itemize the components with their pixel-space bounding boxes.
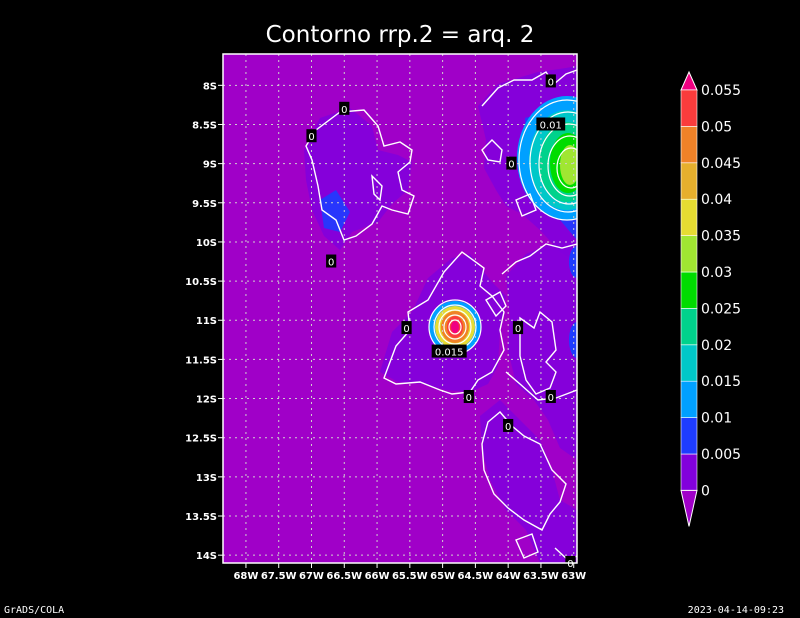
contour-label: 0.01 <box>540 120 562 131</box>
x-axis: 68W 67.5W 67W 66.5W 66W 65.5W 65W 64.5W 64W 63.5W… <box>233 563 586 582</box>
colorbar: 0 0.005 0.01 0.015 0.02 0.025 0.03 0.035 0.04 0.0… <box>680 70 741 527</box>
colorbar-segment <box>680 126 698 164</box>
colorbar-segment <box>680 198 698 236</box>
x-tick-label: 68W <box>233 571 258 582</box>
contour-label: 0 <box>548 393 554 404</box>
colorbar-top-triangle <box>680 70 698 91</box>
y-tick-label: 12.5S <box>185 434 217 445</box>
contour-label: 0 <box>328 258 334 269</box>
chart-title: Contorno rrp.2 = arq. 2 <box>266 22 535 48</box>
y-tick-label: 11.5S <box>185 355 217 366</box>
y-tick-label: 14S <box>196 551 217 562</box>
footer-credit: GrADS/COLA <box>4 605 65 616</box>
contour-chart: Contorno rrp.2 = arq. 2 0 0 0 0.01 0 0 0 0 0.015… <box>185 22 741 582</box>
colorbar-segment <box>680 344 698 382</box>
colorbar-label: 0.03 <box>701 265 732 281</box>
colorbar-label: 0.045 <box>701 156 741 172</box>
x-tick-label: 66W <box>365 571 390 582</box>
x-tick-label: 66.5W <box>326 571 362 582</box>
y-tick-label: 12S <box>196 395 217 406</box>
colorbar-segment <box>680 271 698 309</box>
colorbar-label: 0.04 <box>701 192 732 208</box>
colorbar-segment <box>680 89 698 127</box>
x-tick-label: 63.5W <box>523 571 559 582</box>
colorbar-segment <box>680 453 698 491</box>
field-hotspot <box>451 321 459 333</box>
y-tick-label: 8.5S <box>192 120 217 131</box>
colorbar-segment <box>680 308 698 346</box>
contour-label: 0 <box>308 132 314 143</box>
y-tick-label: 13.5S <box>185 512 217 523</box>
x-tick-label: 67.5W <box>261 571 297 582</box>
footer-timestamp: 2023-04-14-09:23 <box>687 605 784 616</box>
y-tick-label: 11S <box>196 316 217 327</box>
contour-label: 0.015 <box>435 348 464 359</box>
colorbar-segment <box>680 380 698 418</box>
y-tick-label: 9.5S <box>192 199 217 210</box>
colorbar-segment <box>680 162 698 200</box>
colorbar-label: 0.015 <box>701 374 741 390</box>
contour-label: 0 <box>515 324 521 335</box>
x-tick-label: 63W <box>561 571 586 582</box>
y-tick-label: 10.5S <box>185 277 217 288</box>
colorbar-label: 0.05 <box>701 119 732 135</box>
y-axis: 8S 8.5S 9S 9.5S 10S 10.5S 11S 11.5S 12S 12.5S 13S 1… <box>185 81 223 562</box>
contour-label: 0 <box>505 422 511 433</box>
contour-label: 0 <box>341 105 347 116</box>
contour-label: 0 <box>403 324 409 335</box>
y-tick-label: 8S <box>203 81 217 92</box>
colorbar-label: 0.005 <box>701 447 741 463</box>
x-tick-label: 67W <box>299 571 324 582</box>
colorbar-label: 0.035 <box>701 229 741 245</box>
x-tick-label: 65W <box>430 571 455 582</box>
y-tick-label: 9S <box>203 160 217 171</box>
colorbar-bottom-triangle <box>680 489 698 527</box>
colorbar-label: 0.055 <box>701 83 741 99</box>
y-tick-label: 13S <box>196 473 217 484</box>
contour-label: 0 <box>548 77 554 88</box>
colorbar-label: 0.025 <box>701 301 741 317</box>
y-tick-label: 10S <box>196 238 217 249</box>
x-tick-label: 64W <box>496 571 521 582</box>
contour-label: 0 <box>466 393 472 404</box>
x-tick-label: 65.5W <box>392 571 428 582</box>
contour-label: 0 <box>567 559 573 570</box>
colorbar-label: 0.02 <box>701 338 732 354</box>
colorbar-label: 0.01 <box>701 411 732 427</box>
colorbar-label: 0 <box>701 483 710 499</box>
contour-label: 0 <box>508 160 514 171</box>
x-tick-label: 64.5W <box>458 571 494 582</box>
colorbar-segment <box>680 417 698 455</box>
colorbar-segment <box>680 235 698 273</box>
